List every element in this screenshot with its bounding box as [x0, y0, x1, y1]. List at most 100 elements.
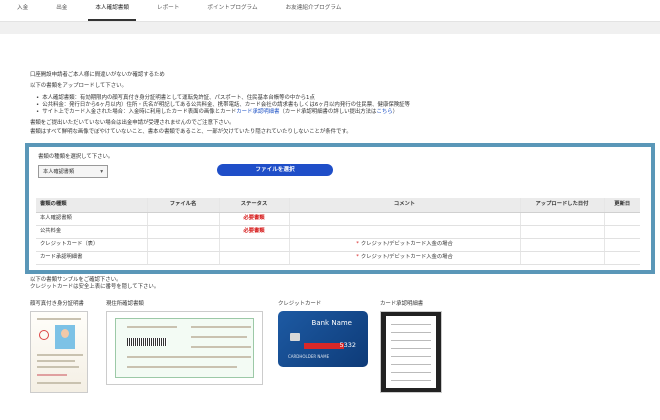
sample-label: 現住所確認書類: [106, 301, 144, 307]
table-row: クレジットカード（表） * クレジット/デビットカード入金の場合: [36, 238, 640, 252]
bank-name: Bank Name: [311, 319, 352, 328]
photo-placeholder: [55, 325, 75, 350]
text-line: [127, 326, 177, 329]
file-name-cell: [147, 225, 220, 239]
text-line: [37, 354, 83, 357]
file-name-cell: [147, 212, 220, 226]
intro-section: 口座開設申請者ご本人様に間違いがないか確認するため 以下の書類をアップロードして…: [30, 72, 630, 140]
intro-line-2: 以下の書類をアップロードして下さい。: [30, 83, 127, 90]
tab-report[interactable]: レポート: [150, 5, 186, 21]
stamp-icon: [39, 330, 49, 341]
document-type-select[interactable]: 本人確認書類 ▾: [38, 165, 108, 178]
credit-card-sample-image[interactable]: Bank Name 5332 CARDHOLDER NAME: [278, 311, 368, 368]
comment-text: クレジット/デビットカード入金の場合: [360, 253, 453, 260]
doc-type-cell: 公共料金: [36, 225, 148, 239]
list-item: 本人確認書類：有効期限内の顔写真付き身分証明書として運転免許証、パスポート、住民…: [36, 95, 630, 102]
text-line: [37, 366, 79, 369]
comment-cell: [289, 225, 521, 239]
samples-note-2: クレジットカードは安全上表に番号を隠して下さい。: [30, 284, 160, 291]
bullet3-mid: （カード承認明細書の詳しい提出方法は: [279, 109, 377, 116]
note-line-1: 書類をご提出いただいていない場合は出金申請が受理されませんのでご注意下さい。: [30, 120, 235, 127]
column-header: 更新日: [604, 198, 640, 213]
masked-number-tag: [304, 343, 344, 350]
statement-sample-image[interactable]: [380, 311, 442, 394]
text-line: [391, 340, 431, 342]
text-line: [191, 336, 247, 339]
status-cell: 必要書類: [219, 225, 290, 239]
table-row: 本人確認書類 必要書類: [36, 212, 640, 226]
text-line: [191, 326, 251, 329]
file-name-cell: [147, 251, 220, 265]
select-value: 本人確認書類: [43, 169, 75, 175]
text-line: [127, 366, 237, 369]
status-cell: [219, 238, 290, 252]
updated-cell: [604, 212, 640, 226]
license-sample-image[interactable]: [30, 311, 88, 394]
comment-text: クレジット/デビットカード入金の場合: [360, 240, 453, 247]
table-row: 公共料金 必要書類: [36, 225, 640, 239]
updated-cell: [604, 238, 640, 252]
tab-referral-program[interactable]: お友達紹介プログラム: [279, 5, 349, 21]
tab-identity-documents[interactable]: 本人確認書類: [88, 5, 136, 21]
comment-cell: * クレジット/デビットカード入金の場合: [289, 251, 521, 265]
sample-label: カード承認明細書: [380, 301, 424, 307]
bullet3-end: ）: [392, 109, 399, 116]
column-header: ファイル名: [147, 198, 220, 213]
intro-line-1: 口座開設申請者ご本人様に間違いがないか確認するため: [30, 72, 165, 78]
card-statement-link[interactable]: カード承認明細書: [236, 109, 279, 115]
document-type-label: 書類の種類を選択して下さい。: [38, 154, 114, 160]
text-line: [127, 356, 251, 359]
upload-panel: 書類の種類を選択して下さい。 本人確認書類 ▾ ファイルを選択 書類の種類 ファ…: [25, 143, 655, 274]
text-line: [391, 356, 431, 358]
upload-date-cell: [520, 238, 605, 252]
top-nav: 入金 出金 本人確認書類 レポート ポイントプログラム お友達紹介プログラム: [0, 0, 660, 22]
status-cell: [219, 251, 290, 265]
updated-cell: [604, 225, 640, 239]
choose-file-button[interactable]: ファイルを選択: [217, 164, 333, 176]
samples-note: 以下の書類サンプルをご確認下さい。 クレジットカードは安全上表に番号を隠して下さ…: [30, 277, 159, 292]
upload-date-cell: [520, 225, 605, 239]
text-line: [37, 382, 81, 385]
sample-address-proof: 現住所確認書類: [106, 301, 263, 386]
bullet3-text: サイト上でカード入金された場合：入金時に利用したカード表面の画像とカード: [42, 109, 237, 116]
column-header: 書類の種類: [36, 198, 148, 213]
chevron-down-icon: ▾: [100, 169, 103, 175]
doc-type-cell: カード承認明細書: [36, 251, 148, 265]
file-name-cell: [147, 238, 220, 252]
sample-label: クレジットカード: [278, 301, 322, 307]
comment-cell: [289, 212, 521, 226]
column-header: ステータス: [219, 198, 290, 213]
details-link[interactable]: こちら: [376, 109, 392, 115]
table-row: カード承認明細書 * クレジット/デビットカード入金の場合: [36, 251, 640, 265]
requirements-list: 本人確認書類：有効期限内の顔写真付き身分証明書として運転免許証、パスポート、住民…: [36, 95, 630, 117]
doc-type-cell: 本人確認書類: [36, 212, 148, 226]
text-line: [37, 360, 75, 363]
updated-cell: [604, 251, 640, 265]
tab-point-program[interactable]: ポイントプログラム: [200, 5, 264, 21]
status-cell: 必要書類: [219, 212, 290, 226]
list-item: サイト上でカード入金された場合：入金時に利用したカード表面の画像とカードカード承…: [36, 109, 630, 116]
sample-credit-card: クレジットカード Bank Name 5332 CARDHOLDER NAME: [278, 301, 368, 368]
documents-table: 書類の種類 ファイル名 ステータス コメント アップロードした日付 更新日 本人…: [36, 198, 640, 265]
header-banner: [0, 22, 660, 34]
asterisk-icon: *: [356, 253, 359, 260]
text-line: [391, 372, 431, 374]
tab-deposit[interactable]: 入金: [10, 5, 35, 21]
doc-type-cell: クレジットカード（表）: [36, 238, 148, 252]
text-line: [37, 318, 81, 321]
text-line: [391, 380, 431, 382]
text-line: [391, 324, 431, 326]
upload-date-cell: [520, 251, 605, 265]
receipt-sample-image[interactable]: [106, 311, 263, 386]
column-header: アップロードした日付: [520, 198, 605, 213]
sample-label: 顔写真付き身分証明書: [30, 301, 84, 307]
barcode-icon: [127, 338, 167, 347]
text-line: [391, 348, 431, 350]
sample-card-statement: カード承認明細書: [380, 301, 442, 394]
text-line: [391, 364, 431, 366]
text-line: [191, 346, 251, 349]
comment-cell: * クレジット/デビットカード入金の場合: [289, 238, 521, 252]
column-header: コメント: [289, 198, 521, 213]
tab-withdrawal[interactable]: 出金: [49, 5, 74, 21]
asterisk-icon: *: [356, 240, 359, 247]
